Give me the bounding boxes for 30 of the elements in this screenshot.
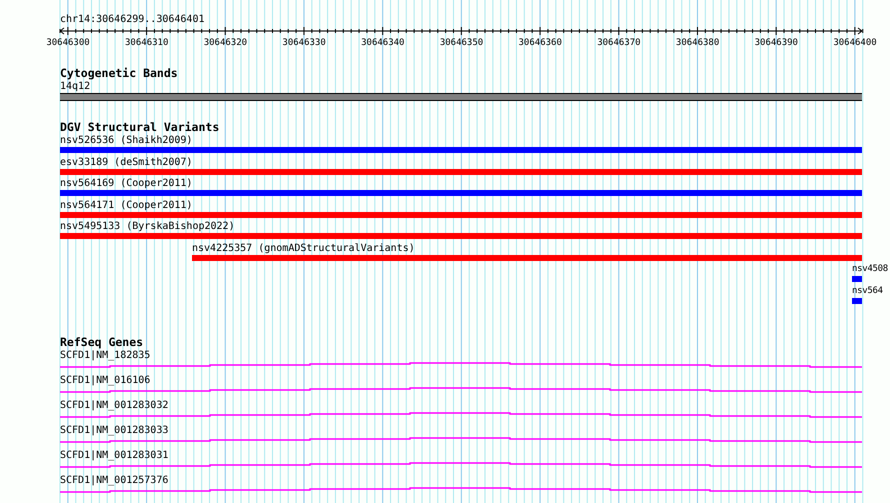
- feature-label: SCFD1|NM_001283031: [60, 449, 168, 462]
- ruler-tick-label: 30646360: [518, 38, 562, 48]
- feature-label: nsv526536 (Shaikh2009): [60, 134, 192, 147]
- feature-label: SCFD1|NM_001257376: [60, 474, 168, 487]
- ruler-tick-label: 30646390: [754, 38, 798, 48]
- ruler-tick-label: 30646350: [440, 38, 484, 48]
- feature-label: nsv4508: [852, 263, 888, 276]
- ruler-tick-label: 30646400: [833, 38, 877, 48]
- feature-label: nsv4225357 (gnomADStructuralVariants): [192, 242, 415, 254]
- feature-label: nsv564171 (Cooper2011): [60, 198, 192, 212]
- ruler-tick-label: 30646320: [204, 38, 248, 48]
- ruler-tick-label: 30646340: [361, 38, 404, 48]
- ruler-tick-label: 30646380: [676, 38, 720, 48]
- feature-label: SCFD1|NM_016106: [60, 374, 150, 387]
- ruler-tick-label: 30646330: [282, 38, 326, 48]
- ruler-tick-label: 30646310: [125, 38, 168, 48]
- ruler-tick-label: 30646370: [597, 38, 641, 48]
- location-label: chr14:30646299..30646401: [60, 14, 204, 26]
- track-title: DGV Structural Variants: [60, 121, 220, 134]
- track-title: RefSeq Genes: [60, 336, 144, 349]
- feature-label: nsv564: [852, 284, 883, 298]
- ruler-tick-label: 30646300: [46, 38, 90, 48]
- track-title: Cytogenetic Bands: [60, 67, 178, 80]
- feature-label: SCFD1|NM_182835: [60, 349, 150, 362]
- feature-label: esv33189 (deSmith2007): [60, 156, 192, 168]
- feature-label: 14q12: [60, 80, 90, 93]
- feature-label: SCFD1|NM_001283032: [60, 399, 168, 412]
- feature-label: nsv564169 (Cooper2011): [60, 177, 192, 190]
- feature-label: SCFD1|NM_001283033: [60, 424, 168, 437]
- feature-label: nsv5495133 (ByrskaBishop2022): [60, 220, 235, 233]
